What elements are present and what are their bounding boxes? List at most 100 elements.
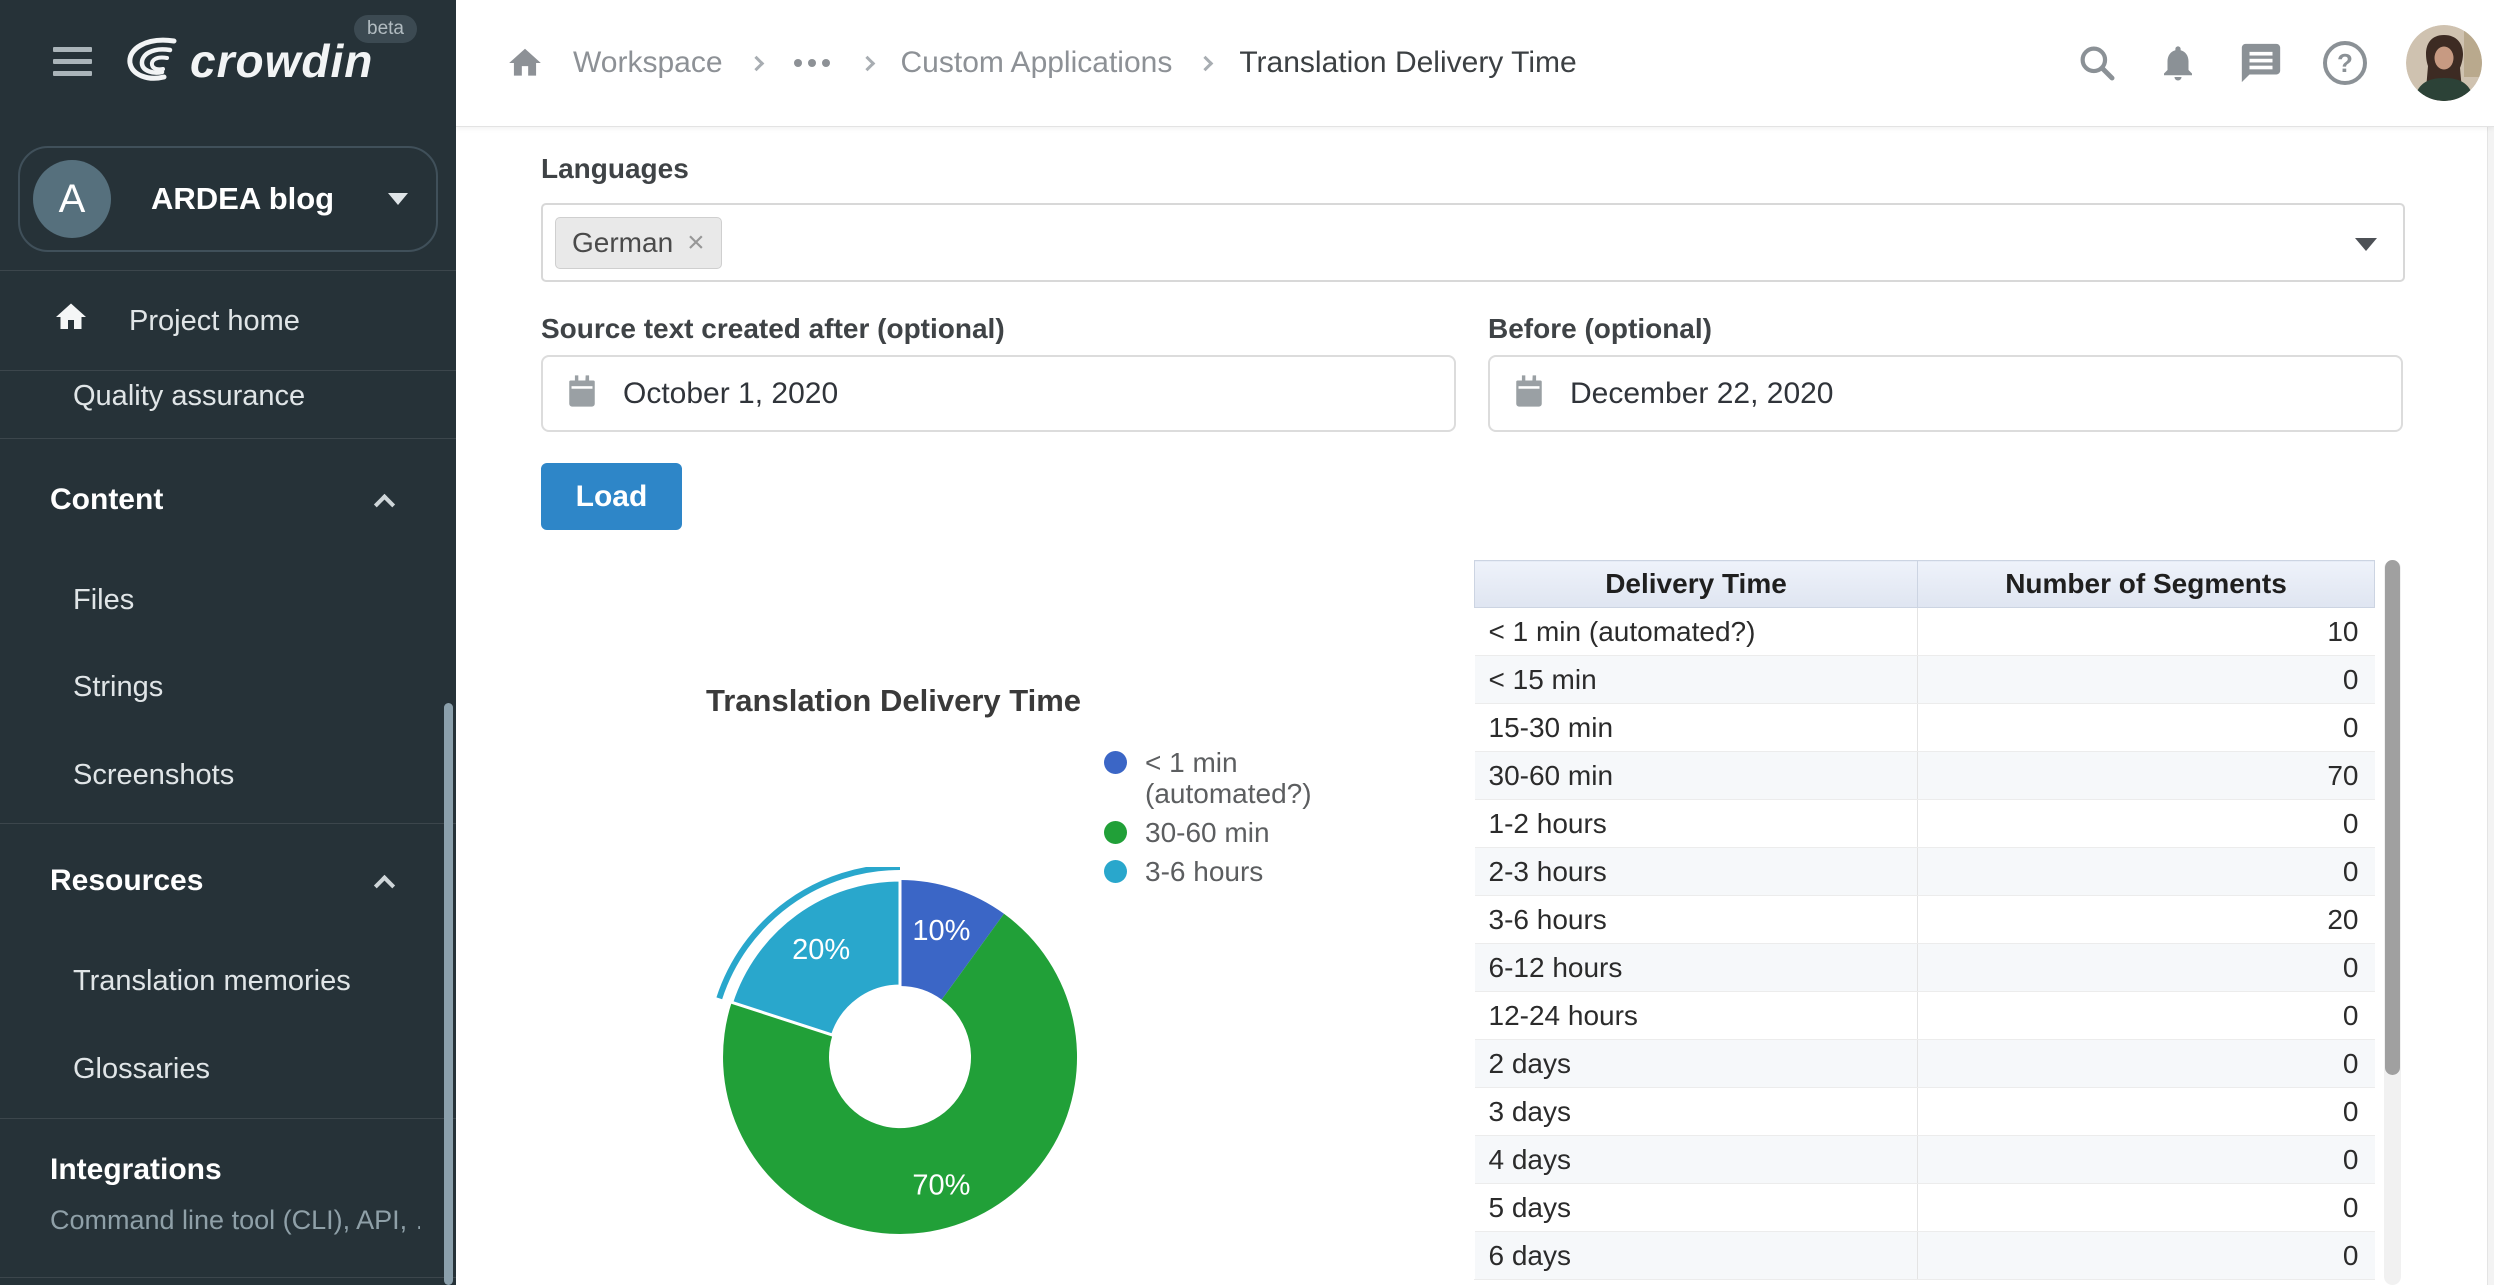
page-title: Translation Delivery Time [1239,46,1576,80]
crowdin-logo-text: crowdin [190,34,373,88]
segments-count-cell: 0 [1918,1136,2375,1184]
sidebar-item-files[interactable]: Files [0,566,444,634]
divider [0,1118,456,1119]
legend-label: < 1 min(automated?) [1145,747,1312,809]
table-row[interactable]: 12-24 hours0 [1475,992,2375,1040]
chart-legend: < 1 min(automated?) 30-60 min 3-6 hours [1104,747,1312,895]
project-switcher[interactable]: A ARDEA blog [18,146,438,252]
after-date-label: Source text created after (optional) [541,313,1005,345]
help-icon[interactable]: ? [2323,41,2367,85]
sidebar-scrollbar[interactable] [444,703,453,1285]
notifications-bell-icon[interactable] [2157,42,2199,84]
breadcrumb-workspace[interactable]: Workspace [573,46,723,80]
legend-label: 30-60 min [1145,817,1270,848]
content-scrollbar[interactable] [2487,127,2494,1285]
sidebar-section-content[interactable]: Content [0,466,444,534]
breadcrumb-custom-applications[interactable]: Custom Applications [901,46,1173,80]
legend-item[interactable]: 3-6 hours [1104,856,1312,887]
table-row[interactable]: 5 days0 [1475,1184,2375,1232]
pie-slice-label: 70% [912,1170,970,1202]
table-row[interactable]: 30-60 min70 [1475,752,2375,800]
chevron-down-icon [388,193,408,205]
donut-chart: 10%70%20% [704,867,1104,1267]
sidebar-item-glossaries[interactable]: Glossaries [0,1035,444,1103]
sidebar-item-label: Project home [129,305,300,338]
sidebar-item-quality-assurance[interactable]: Quality assurance [0,362,444,430]
divider [0,1277,456,1278]
sidebar-item-label: Quality assurance [73,380,305,413]
delivery-time-cell: 2 days [1475,1040,1918,1088]
chevron-up-icon [374,493,395,514]
divider [0,823,456,824]
menu-icon[interactable] [53,47,92,83]
sidebar-item-strings[interactable]: Strings [0,653,444,721]
chevron-up-icon [374,874,395,895]
table-row[interactable]: 6-12 hours0 [1475,944,2375,992]
table-row[interactable]: 3-6 hours20 [1475,896,2375,944]
segments-count-cell: 0 [1918,1088,2375,1136]
table-row[interactable]: < 15 min0 [1475,656,2375,704]
legend-label: 3-6 hours [1145,856,1263,887]
delivery-time-cell: 3 days [1475,1088,1918,1136]
segments-count-cell: 0 [1918,800,2375,848]
messages-icon[interactable] [2238,40,2284,86]
custom-app-content: Languages German × Source text created a… [456,127,2494,1285]
after-date-input[interactable]: October 1, 2020 [541,355,1456,432]
delivery-time-cell: 3-6 hours [1475,896,1918,944]
topbar-actions: ? [2076,0,2482,126]
segments-count-cell: 0 [1918,848,2375,896]
table-scrollbar[interactable] [2384,560,2401,1285]
before-date-value: December 22, 2020 [1570,377,1834,411]
column-header-delivery-time[interactable]: Delivery Time [1475,561,1918,608]
column-header-number-of-segments[interactable]: Number of Segments [1918,561,2375,608]
table-row[interactable]: 3 days0 [1475,1088,2375,1136]
user-avatar[interactable] [2406,25,2482,101]
chevron-right-icon [859,55,875,71]
calendar-icon [1512,374,1546,413]
sidebar-item-translation-memories[interactable]: Translation memories [0,947,444,1015]
sidebar: crowdin beta A ARDEA blog Project home Q… [0,0,456,1285]
home-icon [52,299,90,343]
segments-count-cell: 0 [1918,704,2375,752]
page: crowdin beta A ARDEA blog Project home Q… [0,0,2494,1285]
sidebar-item-screenshots[interactable]: Screenshots [0,741,444,809]
table-header-row: Delivery Time Number of Segments [1475,561,2375,608]
language-tag-german[interactable]: German × [555,217,722,269]
legend-item[interactable]: < 1 min(automated?) [1104,747,1312,809]
sidebar-section-integrations[interactable]: Integrations [0,1140,444,1200]
segments-count-cell: 0 [1918,1040,2375,1088]
languages-select[interactable]: German × [541,203,2405,282]
table-row[interactable]: 1-2 hours0 [1475,800,2375,848]
legend-item[interactable]: 30-60 min [1104,817,1312,848]
table-scrollbar-thumb[interactable] [2385,560,2400,1075]
table-row[interactable]: 6 days0 [1475,1232,2375,1280]
table-row[interactable]: 4 days0 [1475,1136,2375,1184]
breadcrumb-ellipsis[interactable] [790,51,834,75]
beta-badge: beta [354,15,417,43]
segments-count-cell: 70 [1918,752,2375,800]
segments-table-body: < 1 min (automated?)10< 15 min015-30 min… [1475,608,2375,1280]
workspace-home-icon[interactable] [505,44,545,82]
crowdin-logo[interactable]: crowdin [120,30,373,92]
load-button[interactable]: Load [541,463,682,530]
search-icon[interactable] [2076,42,2118,84]
segments-count-cell: 0 [1918,1232,2375,1280]
divider [0,438,456,439]
delivery-time-cell: 12-24 hours [1475,992,1918,1040]
sidebar-item-project-home[interactable]: Project home [0,287,444,355]
table-row[interactable]: < 1 min (automated?)10 [1475,608,2375,656]
after-date-value: October 1, 2020 [623,377,838,411]
chevron-right-icon [748,55,764,71]
table-row[interactable]: 2-3 hours0 [1475,848,2375,896]
select-caret-icon [2355,238,2377,251]
delivery-time-cell: < 1 min (automated?) [1475,608,1918,656]
remove-tag-icon[interactable]: × [687,226,705,260]
table-row[interactable]: 15-30 min0 [1475,704,2375,752]
delivery-time-cell: < 15 min [1475,656,1918,704]
before-date-input[interactable]: December 22, 2020 [1488,355,2403,432]
delivery-time-cell: 15-30 min [1475,704,1918,752]
table-row[interactable]: 2 days0 [1475,1040,2375,1088]
divider [0,270,456,271]
integrations-subtitle: Command line tool (CLI), API, … [50,1203,420,1237]
sidebar-section-resources[interactable]: Resources [0,847,444,915]
